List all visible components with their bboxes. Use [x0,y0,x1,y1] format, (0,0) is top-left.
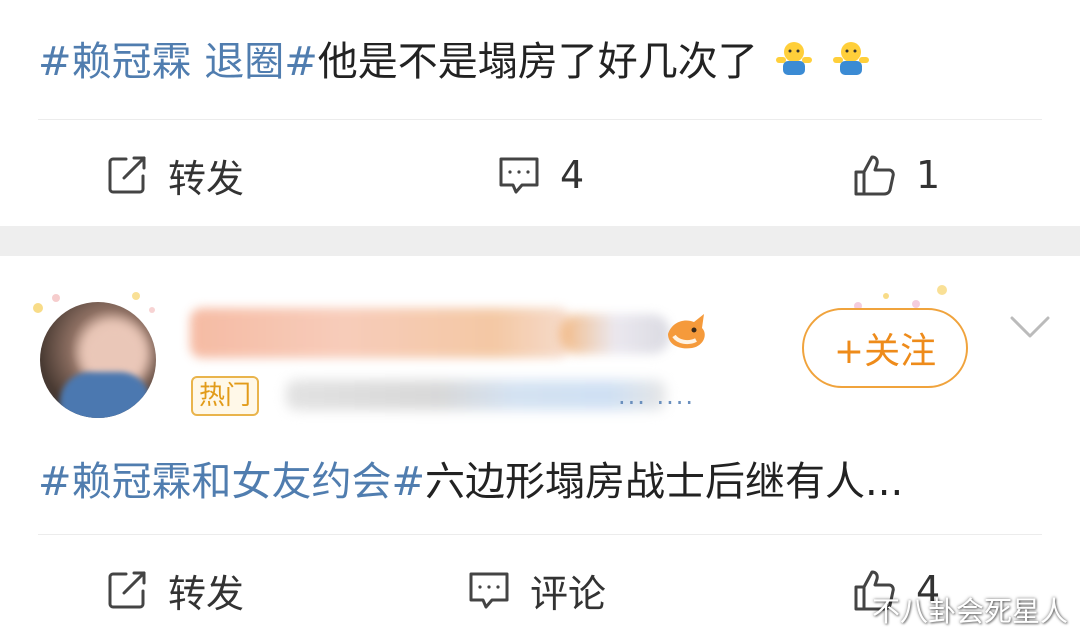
comment-label: 评论 [530,571,607,616]
username-blurred[interactable] [190,308,570,358]
fox-badge-icon [668,314,705,349]
hot-badge: 热门 [191,376,260,416]
weibo-feed: #赖冠霖 退圈#他是不是塌房了好几次了 转发 4 1 热门 ... .... +… [0,0,1080,644]
user-badge-blurred [560,314,670,354]
repost-icon [108,571,146,609]
post-meta-blurred [286,380,666,410]
comment-icon [499,157,539,194]
like-count: 1 [916,153,941,197]
shrug-emoji-icon [776,42,813,75]
post-card-2: 热门 ... .... +关注 #赖冠霖和女友约会#六边形塌房战士后继有人...… [0,256,1080,644]
repost-icon [108,156,146,194]
like-button[interactable]: 1 [852,145,940,205]
chevron-down-icon[interactable] [1008,312,1052,342]
post-meta-ellipsis: ... .... [618,382,696,410]
post-body-text: 六边形塌房战士后继有人... [425,459,904,505]
follow-button[interactable]: +关注 [802,308,968,388]
comment-count: 4 [560,153,585,197]
repost-button[interactable]: 转发 [104,560,244,620]
action-divider [38,534,1042,535]
hashtag-link[interactable]: #赖冠霖和女友约会# [38,459,425,505]
comment-icon [469,572,509,609]
repost-label: 转发 [168,156,245,201]
shrug-emoji-icon [833,42,870,75]
comment-button[interactable]: 4 [496,145,584,205]
hashtag-link[interactable]: #赖冠霖 退圈# [38,39,318,85]
repost-button[interactable]: 转发 [104,145,244,205]
watermark: 不八卦会死星人 [871,595,1068,628]
post-text: #赖冠霖 退圈#他是不是塌房了好几次了 [38,38,871,86]
comment-button[interactable]: 评论 [466,560,606,620]
repost-label: 转发 [168,571,245,616]
thumbs-up-icon [854,155,895,196]
post-card-1: #赖冠霖 退圈#他是不是塌房了好几次了 转发 4 1 [0,0,1080,226]
post-text: #赖冠霖和女友约会#六边形塌房战士后继有人... [38,458,903,506]
action-divider [38,119,1042,120]
post-body-text: 他是不是塌房了好几次了 [317,39,758,85]
feed-separator [0,226,1080,256]
avatar[interactable] [40,302,156,418]
